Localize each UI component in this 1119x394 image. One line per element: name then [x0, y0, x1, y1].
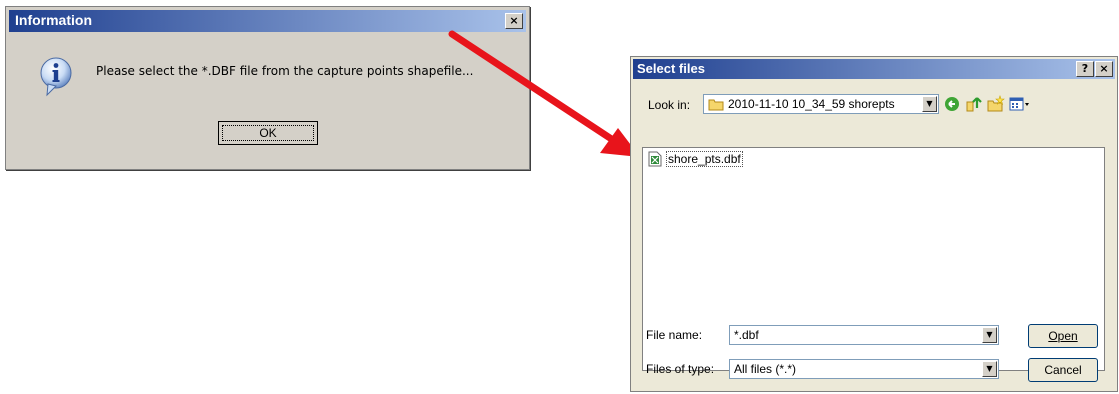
chevron-down-icon[interactable]: ▼	[982, 327, 997, 343]
close-icon[interactable]: ×	[505, 13, 523, 29]
file-name-text: shore_pts.dbf	[666, 151, 743, 167]
files-of-type-dropdown[interactable]: All files (*.*) ▼	[729, 359, 999, 379]
look-in-dropdown[interactable]: 2010-11-10 10_34_59 shorepts ▼	[703, 94, 939, 114]
look-in-value: 2010-11-10 10_34_59 shorepts	[728, 97, 895, 111]
view-menu-icon[interactable]	[1009, 95, 1031, 113]
file-name-input[interactable]: *.dbf ▼	[729, 325, 999, 345]
pointer-arrow	[448, 30, 640, 157]
ok-button-label: OK	[222, 125, 314, 141]
look-in-label: Look in:	[648, 98, 691, 112]
ok-button[interactable]: OK	[218, 121, 318, 145]
information-title-bar[interactable]: Information ×	[9, 10, 526, 32]
new-folder-icon[interactable]	[987, 95, 1005, 113]
folder-icon	[708, 99, 724, 111]
files-of-type-value: All files (*.*)	[734, 362, 797, 376]
open-button[interactable]: Open	[1028, 324, 1098, 348]
up-folder-icon[interactable]	[965, 95, 983, 113]
information-message: Please select the *.DBF file from the ca…	[96, 64, 474, 78]
info-icon	[40, 57, 72, 97]
select-files-title: Select files	[637, 61, 705, 76]
chevron-down-icon[interactable]: ▼	[922, 96, 937, 112]
information-title: Information	[15, 12, 92, 28]
files-of-type-label: Files of type:	[646, 362, 715, 376]
file-name-label: File name:	[646, 328, 703, 342]
back-icon[interactable]	[943, 95, 961, 113]
help-icon[interactable]: ?	[1076, 61, 1094, 77]
select-files-title-bar[interactable]: Select files ? ×	[633, 59, 1115, 79]
chevron-down-icon[interactable]: ▼	[982, 361, 997, 377]
close-icon[interactable]: ×	[1095, 61, 1113, 77]
dbf-file-icon	[648, 151, 662, 167]
file-name-value: *.dbf	[734, 328, 759, 342]
cancel-button[interactable]: Cancel	[1028, 358, 1098, 382]
select-files-dialog: Select files ? × Look in: 2010-11-10 10_…	[630, 56, 1118, 392]
